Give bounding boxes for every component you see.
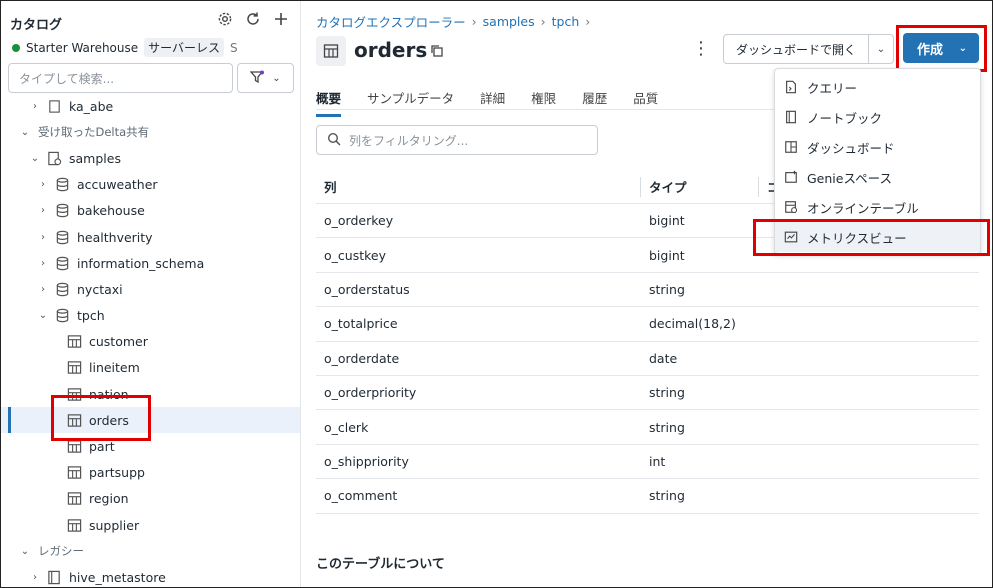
screenshot-frame [0,0,993,588]
